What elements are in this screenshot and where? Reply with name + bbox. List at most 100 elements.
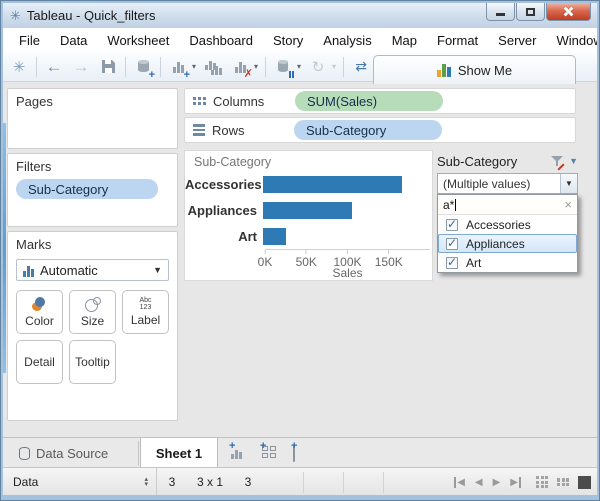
filter-pill-sub-category[interactable]: Sub-Category [16,179,158,199]
tableau-logo-icon: ✳ [10,8,21,24]
filter-value-combobox[interactable]: (Multiple values) ▼ [437,173,578,194]
minimize-button[interactable] [486,3,515,21]
menu-worksheet[interactable]: Worksheet [97,30,179,51]
save-button[interactable] [98,57,118,77]
category-label[interactable]: Art [185,229,263,244]
filter-pill-label: Sub-Category [28,182,108,197]
toolbar-separator [160,57,161,77]
mark-type-dropdown[interactable]: Automatic ▼ [16,259,169,281]
menu-file[interactable]: File [9,30,50,51]
detail-button[interactable]: Detail [16,340,63,384]
bar-appliances[interactable] [263,202,352,219]
save-icon [101,59,116,74]
checkbox-icon[interactable] [446,257,458,269]
clear-sheet-button[interactable]: ✗ [230,57,250,77]
single-view-icon[interactable] [578,476,591,489]
film-view-icon[interactable] [557,478,569,487]
worksheet-icon [211,62,222,75]
color-button[interactable]: Color [16,290,63,334]
bar-chart-icon [23,264,34,277]
pages-label: Pages [16,94,169,109]
columns-icon [193,97,206,105]
status-data-selector[interactable]: Data ▴▾ [5,468,157,496]
first-page-icon[interactable]: ◀ [454,477,465,488]
pause-updates-button[interactable] [273,57,293,77]
chart-view[interactable]: Sub-Category Accessories Appliances Art … [184,150,433,281]
pause-updates-caret[interactable]: ▾ [297,62,301,71]
filter-item-appliances[interactable]: Appliances [438,234,577,253]
text-cursor [455,199,456,211]
menu-format[interactable]: Format [427,30,488,51]
filters-label: Filters [16,159,169,174]
columns-shelf[interactable]: Columns SUM(Sales) [184,88,576,114]
tableau-start-icon[interactable]: ✳ [9,57,29,77]
new-datasource-button[interactable]: + [133,57,153,77]
chart-row: Accessories [185,171,430,197]
filter-search-field[interactable]: a* × [438,195,577,215]
tooltip-label: Tooltip [75,355,110,369]
rows-shelf[interactable]: Rows Sub-Category [184,117,576,143]
rows-icon [193,124,205,136]
sheet1-tab[interactable]: Sheet 1 [140,438,218,468]
category-label[interactable]: Accessories [185,177,263,192]
size-icon [85,297,101,312]
size-label: Size [81,314,104,328]
show-me-button[interactable]: Show Me [373,55,576,84]
duplicate-sheet-button[interactable] [203,57,223,77]
label-button[interactable]: Abc 123 Label [122,290,169,334]
size-button[interactable]: Size [69,290,116,334]
clear-search-icon[interactable]: × [564,197,572,212]
toolbar-separator [36,57,37,77]
refresh-button[interactable]: ↻ [308,57,328,77]
show-me-label: Show Me [458,63,512,78]
combobox-dropdown-button[interactable]: ▼ [560,174,577,193]
new-worksheet-tab-button[interactable]: + [231,446,248,461]
undo-button[interactable]: ← [44,57,64,77]
spinner-icon[interactable]: ▴▾ [144,477,148,487]
swap-rows-columns-button[interactable]: ⇄ [351,57,371,77]
new-worksheet-button[interactable]: + [168,57,188,77]
tooltip-button[interactable]: Tooltip [69,340,116,384]
filter-item-accessories[interactable]: Accessories [438,215,577,234]
plus-icon: + [229,442,235,450]
status-bar: Data ▴▾ 3 3 x 1 3 ◀ ◀ ▶ ▶ [3,467,597,496]
close-button[interactable] [546,3,591,21]
checkbox-icon[interactable] [446,238,458,250]
bar-accessories[interactable] [263,176,402,193]
x-axis: 0K 50K 100K 150K Sales [265,249,430,279]
redo-button[interactable]: → [71,57,91,77]
edit-filter-icon[interactable] [551,155,564,167]
filter-item-label: Art [466,256,481,270]
menu-analysis[interactable]: Analysis [313,30,381,51]
data-source-tab[interactable]: Data Source [9,438,118,468]
new-dashboard-tab-button[interactable]: + [262,446,279,461]
last-page-icon[interactable]: ▶ [510,477,521,488]
menu-dashboard[interactable]: Dashboard [179,30,263,51]
columns-pill-sum-sales[interactable]: SUM(Sales) [295,91,443,111]
previous-page-icon[interactable]: ◀ [475,477,483,488]
clear-sheet-caret[interactable]: ▾ [254,62,258,71]
menu-story[interactable]: Story [263,30,313,51]
menu-server[interactable]: Server [488,30,546,51]
window-title: Tableau - Quick_filters [27,8,156,23]
filter-item-art[interactable]: Art [438,253,577,272]
refresh-caret[interactable]: ▾ [332,62,336,71]
status-aggregate: 3 [235,468,261,496]
title-bar[interactable]: ✳ Tableau - Quick_filters [3,3,597,28]
grid-view-icon[interactable] [536,476,548,488]
maximize-button[interactable] [516,3,545,21]
bar-art[interactable] [263,228,286,245]
filter-menu-caret-icon[interactable]: ▼ [569,156,578,166]
checkbox-icon[interactable] [446,219,458,231]
tab-separator [138,441,139,465]
rows-pill-sub-category[interactable]: Sub-Category [294,120,442,140]
menu-window[interactable]: Window [546,30,600,51]
filters-card: Filters Sub-Category [7,153,178,227]
new-worksheet-caret[interactable]: ▾ [192,62,196,71]
new-story-tab-button[interactable]: + [293,446,310,461]
next-page-icon[interactable]: ▶ [493,477,501,488]
menu-map[interactable]: Map [382,30,427,51]
marks-card: Marks Automatic ▼ Color Size Abc 123 Lab… [7,231,178,421]
menu-data[interactable]: Data [50,30,97,51]
category-label[interactable]: Appliances [185,203,263,218]
